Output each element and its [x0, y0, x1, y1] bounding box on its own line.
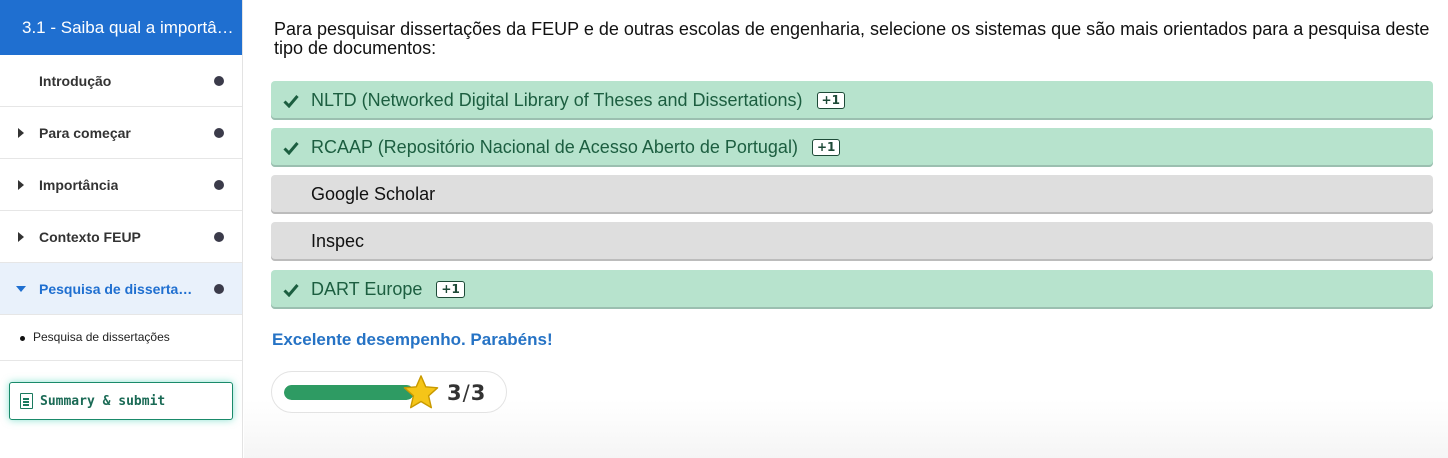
summary-submit-button[interactable]: Summary & submit	[9, 382, 233, 420]
answer-option-inspec[interactable]: Inspec	[271, 222, 1433, 261]
answer-option-rcaap[interactable]: RCAAP (Repositório Nacional de Acesso Ab…	[271, 128, 1433, 167]
caret-down-icon	[16, 285, 26, 292]
score-progress-fill	[284, 385, 414, 400]
answer-option-label: DART Europe	[311, 279, 423, 299]
check-icon	[271, 94, 311, 108]
progress-dot-icon	[214, 75, 224, 86]
sidebar-item-label: Importância	[39, 176, 119, 193]
summary-submit-label: Summary & submit	[40, 393, 166, 409]
answer-option-ndltd[interactable]: NLTD (Networked Digital Library of These…	[271, 81, 1433, 120]
check-icon	[271, 283, 311, 297]
answer-option-google-scholar[interactable]: Google Scholar	[271, 175, 1433, 214]
sidebar-item-importancia[interactable]: Importância	[0, 159, 242, 211]
sidebar-item-label: Pesquisa de dissertações	[39, 280, 194, 297]
sidebar-item-pesquisa-de-dissertacoes[interactable]: Pesquisa de dissertações	[0, 263, 242, 315]
score-separator: /	[462, 381, 470, 405]
star-icon	[403, 375, 439, 409]
sidebar: 3.1 - Saiba qual a importância das disse…	[0, 0, 243, 458]
sidebar-item-label: Contexto FEUP	[39, 228, 141, 245]
sidebar-item-label: Para começar	[39, 124, 131, 141]
points-badge: +1	[811, 139, 841, 156]
caret-right-icon	[18, 127, 24, 138]
caret-right-icon	[18, 179, 24, 190]
answer-option-label: NLTD (Networked Digital Library of These…	[311, 90, 803, 110]
sidebar-subitem-label: Pesquisa de dissertações	[33, 330, 170, 344]
question-text: Para pesquisar dissertações da FEUP e de…	[274, 19, 1430, 58]
sidebar-item-contexto-feup[interactable]: Contexto FEUP	[0, 211, 242, 263]
score-display: 3/3	[271, 371, 507, 413]
check-icon	[271, 141, 311, 155]
points-badge: +1	[436, 281, 465, 298]
points-badge: +1	[816, 92, 845, 109]
document-icon	[20, 393, 33, 409]
answer-option-dart-europe[interactable]: DART Europe +1	[271, 270, 1433, 309]
score-progress-bar	[284, 385, 414, 400]
feedback-message: Excelente desempenho. Parabéns!	[272, 330, 553, 349]
sidebar-item-introducao[interactable]: Introdução	[0, 55, 242, 107]
sidebar-item-label: Introdução	[39, 72, 112, 89]
answer-option-label: Inspec	[311, 231, 365, 251]
progress-dot-icon	[214, 231, 224, 242]
bullet-icon	[20, 336, 25, 341]
sidebar-subitem-pesquisa-de-dissertacoes[interactable]: Pesquisa de dissertações	[0, 315, 242, 361]
score-value: 3	[447, 381, 462, 405]
progress-dot-icon	[214, 179, 224, 190]
score-max: 3	[470, 381, 486, 405]
progress-dot-icon	[214, 127, 224, 138]
answer-option-label: Google Scholar	[311, 184, 436, 204]
answer-option-label: RCAAP (Repositório Nacional de Acesso Ab…	[311, 137, 798, 157]
caret-right-icon	[18, 231, 24, 242]
sidebar-item-para-comecar[interactable]: Para começar	[0, 107, 242, 159]
progress-dot-icon	[214, 283, 224, 294]
sidebar-title[interactable]: 3.1 - Saiba qual a importância das disse…	[0, 0, 242, 55]
score-text: 3/3	[447, 381, 485, 405]
main-content: Para pesquisar dissertações da FEUP e de…	[244, 0, 1448, 458]
